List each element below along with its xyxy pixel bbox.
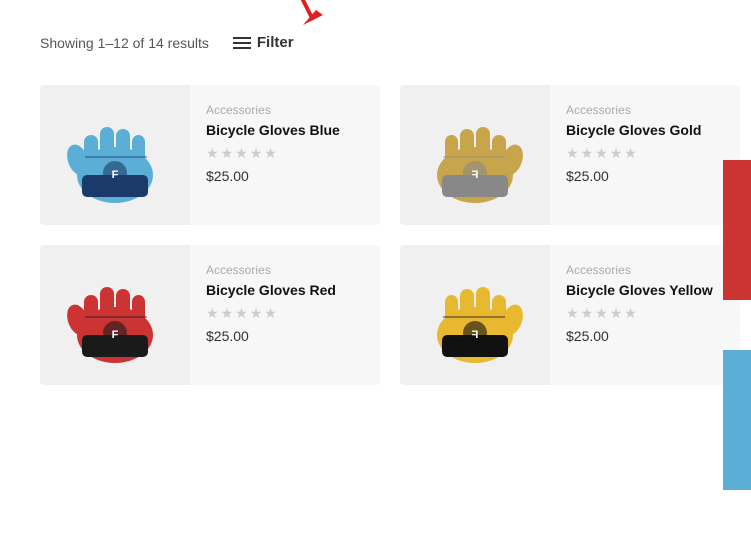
svg-text:F: F <box>112 329 119 341</box>
star: ★ <box>206 145 219 162</box>
star: ★ <box>566 145 579 162</box>
product-image-yellow: F <box>400 245 550 385</box>
product-info-blue: Accessories Bicycle Gloves Blue ★★★★★ $2… <box>190 85 380 225</box>
product-category-blue: Accessories <box>206 103 364 117</box>
star: ★ <box>595 145 608 162</box>
star: ★ <box>610 145 623 162</box>
star: ★ <box>610 305 623 322</box>
star: ★ <box>566 305 579 322</box>
star: ★ <box>624 145 637 162</box>
product-image-gold: F <box>400 85 550 225</box>
partial-card-bottom <box>723 350 751 490</box>
star: ★ <box>250 305 263 322</box>
star: ★ <box>624 305 637 322</box>
product-card-yellow[interactable]: F Accessories Bicycle Gloves Yellow ★★★★… <box>400 245 740 385</box>
product-grid: F Accessories Bicycle Gloves Blue ★★★★★ … <box>40 85 711 385</box>
product-name-blue: Bicycle Gloves Blue <box>206 121 364 139</box>
product-info-gold: Accessories Bicycle Gloves Gold ★★★★★ $2… <box>550 85 740 225</box>
star: ★ <box>264 145 277 162</box>
product-card-gold[interactable]: F Accessories Bicycle Gloves Gold ★★★★★ … <box>400 85 740 225</box>
star: ★ <box>235 305 248 322</box>
star: ★ <box>235 145 248 162</box>
star: ★ <box>206 305 219 322</box>
star: ★ <box>221 145 234 162</box>
star-rating-red: ★★★★★ <box>206 305 364 322</box>
product-category-gold: Accessories <box>566 103 724 117</box>
star: ★ <box>581 145 594 162</box>
product-name-yellow: Bicycle Gloves Yellow <box>566 281 724 299</box>
page-wrapper: Showing 1–12 of 14 results Filter <box>0 0 751 405</box>
product-image-blue: F <box>40 85 190 225</box>
star: ★ <box>581 305 594 322</box>
product-price-yellow: $25.00 <box>566 328 724 344</box>
star: ★ <box>264 305 277 322</box>
product-price-gold: $25.00 <box>566 168 724 184</box>
svg-text:F: F <box>471 169 478 181</box>
product-card-blue[interactable]: F Accessories Bicycle Gloves Blue ★★★★★ … <box>40 85 380 225</box>
product-name-red: Bicycle Gloves Red <box>206 281 364 299</box>
product-category-red: Accessories <box>206 263 364 277</box>
toolbar: Showing 1–12 of 14 results Filter <box>40 20 711 55</box>
product-category-yellow: Accessories <box>566 263 724 277</box>
svg-text:F: F <box>112 169 119 181</box>
product-image-red: F <box>40 245 190 385</box>
product-info-yellow: Accessories Bicycle Gloves Yellow ★★★★★ … <box>550 245 740 385</box>
product-price-blue: $25.00 <box>206 168 364 184</box>
product-name-gold: Bicycle Gloves Gold <box>566 121 724 139</box>
filter-icon <box>233 37 251 49</box>
product-card-red[interactable]: F Accessories Bicycle Gloves Red ★★★★★ $… <box>40 245 380 385</box>
star: ★ <box>595 305 608 322</box>
partial-card-top <box>723 160 751 300</box>
product-info-red: Accessories Bicycle Gloves Red ★★★★★ $25… <box>190 245 380 385</box>
star-rating-yellow: ★★★★★ <box>566 305 724 322</box>
star-rating-gold: ★★★★★ <box>566 145 724 162</box>
results-count: Showing 1–12 of 14 results <box>40 35 209 51</box>
filter-label: Filter <box>257 34 294 51</box>
star: ★ <box>250 145 263 162</box>
star: ★ <box>221 305 234 322</box>
star-rating-blue: ★★★★★ <box>206 145 364 162</box>
filter-button[interactable]: Filter <box>225 30 302 55</box>
product-price-red: $25.00 <box>206 328 364 344</box>
svg-text:F: F <box>471 329 478 341</box>
